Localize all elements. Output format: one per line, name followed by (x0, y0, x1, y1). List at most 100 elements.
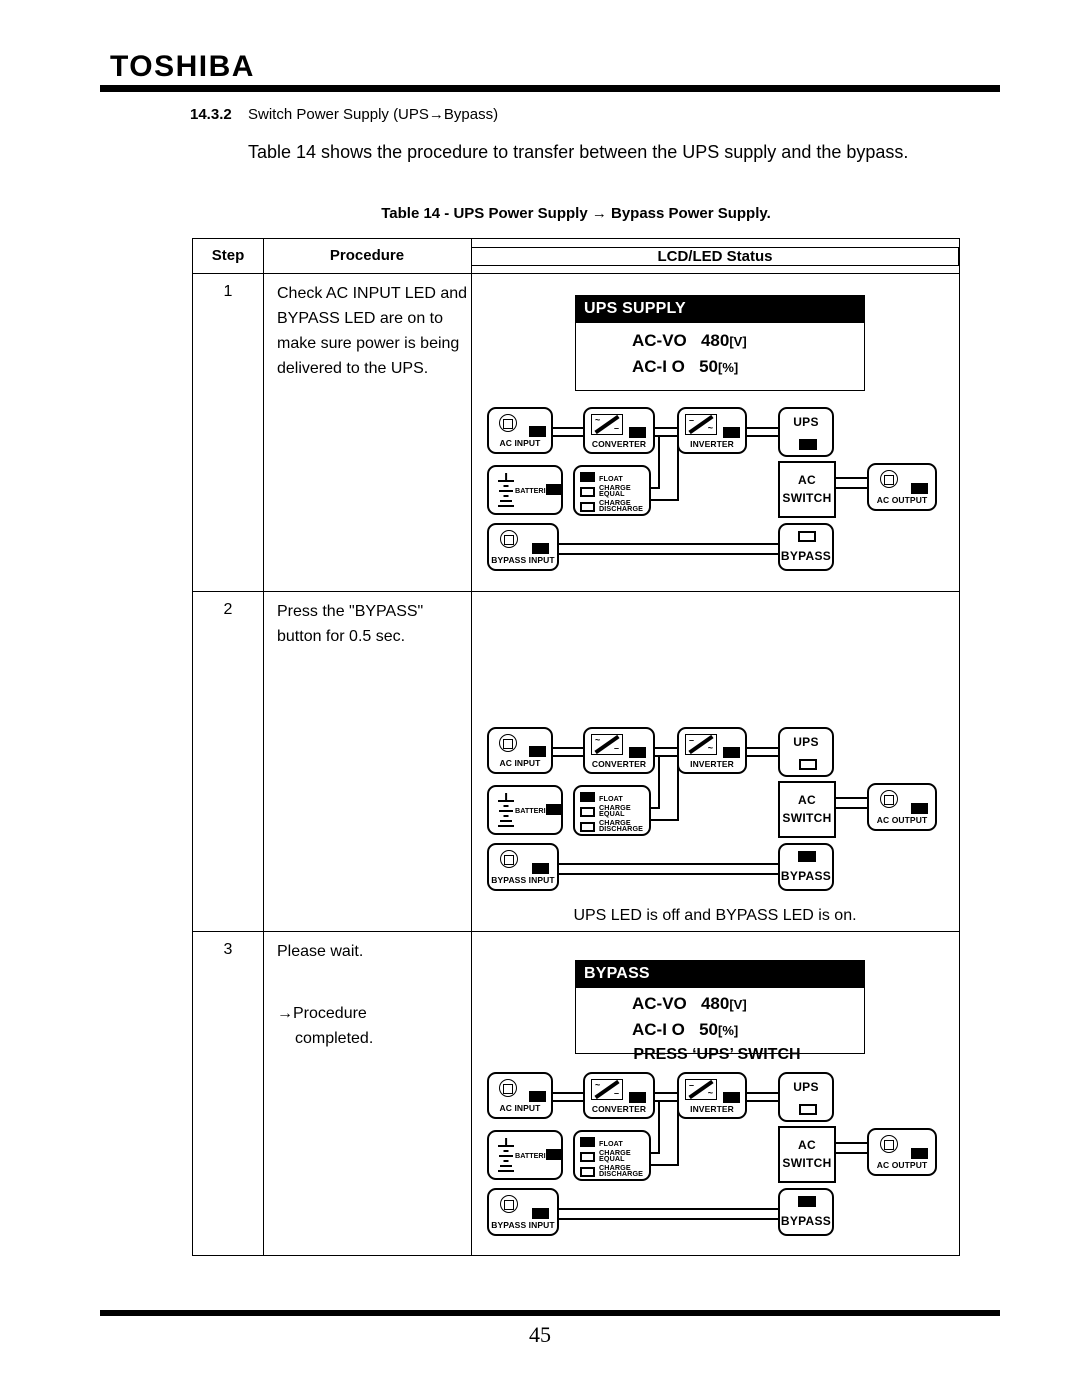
battery-plate (503, 805, 509, 807)
battery-terminal (505, 473, 507, 480)
battery-plate (499, 490, 513, 492)
wire-ac-switch-to-ac-output (836, 487, 868, 490)
bypass-input-box: BYPASS INPUT (487, 523, 559, 571)
ac-load-icon (880, 790, 898, 808)
ac-source-icon (499, 1079, 517, 1097)
discharge-label: DISCHARGE (599, 824, 644, 833)
ups-box: UPS (778, 407, 834, 457)
battery-symbol (498, 473, 514, 507)
wire-ac-switch-to-ac-output (836, 807, 868, 810)
ac-switch-box: AC SWITCH (778, 781, 836, 838)
discharge-led (580, 822, 595, 832)
batteries-led (546, 804, 561, 815)
bypass-label: BYPASS (780, 869, 832, 883)
table-row-divider-1 (193, 591, 959, 593)
lcd-line-press-ups-switch: PRESS ‘UPS’ SWITCH (633, 1046, 801, 1063)
ups-label: UPS (793, 415, 819, 429)
inverter-label: INVERTER (690, 759, 734, 769)
converter-glyph-top: ~ (595, 1080, 601, 1090)
batteries-led (546, 484, 561, 495)
ac-source-icon (499, 414, 517, 432)
batteries-led (546, 1149, 561, 1160)
ac-switch-label-line1: AC (798, 793, 816, 807)
table-row-divider-2 (193, 931, 959, 933)
table-column-divider-2 (471, 239, 473, 1255)
ac-symbol-square (503, 854, 515, 866)
ups-box: UPS (778, 1072, 834, 1122)
bypass-label: BYPASS (780, 1214, 832, 1228)
wire-inverter-to-ups (743, 747, 781, 750)
procedure-table: Step Procedure LCD/LED Status 1 Check AC… (192, 238, 960, 1256)
discharge-led (580, 1167, 595, 1177)
lcd-line-ac-vo-step3: AC-VO 480[V] (632, 994, 747, 1013)
ac-switch-box: AC SWITCH (778, 461, 836, 518)
column-header-step: Step (211, 247, 245, 264)
ac-output-box: AC OUTPUT (867, 783, 937, 831)
battery-plate (503, 1160, 509, 1162)
wire-bypass-input-to-bypass (556, 553, 781, 556)
bypass-input-label: BYPASS INPUT (491, 1220, 555, 1230)
page-number: 45 (529, 1322, 551, 1347)
converter-glyph-top: ~ (595, 735, 601, 745)
procedure-text-step3-line1: Please wait. (277, 943, 364, 960)
toshiba-logo: TOSHIBA (110, 50, 255, 83)
ac-symbol-square (502, 738, 514, 750)
column-header-lcd-led-status: LCD/LED Status (471, 247, 959, 266)
ac-output-label: AC OUTPUT (876, 495, 928, 505)
column-header-procedure: Procedure (329, 247, 405, 264)
step1-diagram: AC INPUT ~ – CONVERTER – ~ INVERTER UPS AC SWITCH… (481, 401, 961, 586)
battery-plate (500, 500, 512, 502)
converter-label: CONVERTER (591, 759, 647, 769)
charge-status-box: FLOAT CHARGE EQUAL CHARGE DISCHARGE (573, 465, 651, 516)
ac-output-led (911, 1148, 928, 1159)
bypass-led (798, 851, 816, 862)
ac-symbol-square (503, 534, 515, 546)
converter-glyph-top: – (689, 735, 695, 745)
wire-ac-switch-to-ac-output (836, 477, 868, 480)
ac-symbol-square (503, 1199, 515, 1211)
bypass-source-icon (500, 1195, 518, 1213)
inverter-icon: – ~ (685, 414, 717, 435)
wire-inverter-to-ups (743, 427, 781, 430)
wire-bypass-input-to-bypass (556, 1208, 781, 1211)
equal-charge-led (580, 487, 595, 497)
wire-inverter-to-ups (743, 1092, 781, 1095)
ac-symbol-square (883, 474, 895, 486)
wire-bypass-input-to-bypass (556, 863, 781, 866)
table-header-divider (193, 273, 959, 275)
bypass-box: BYPASS (778, 843, 834, 891)
bypass-input-led (532, 543, 549, 554)
ac-switch-label-line2: SWITCH (782, 491, 832, 505)
converter-glyph-bottom: – (613, 743, 619, 753)
converter-led (629, 427, 646, 438)
battery-plate (498, 1145, 514, 1147)
converter-icon: ~ – (591, 414, 623, 435)
charge-status-box: FLOAT CHARGE EQUAL CHARGE DISCHARGE (573, 785, 651, 836)
bypass-input-led (532, 863, 549, 874)
battery-plate (500, 820, 512, 822)
table-row: 1 (223, 283, 233, 300)
procedure-text-step3-line3: completed. (295, 1030, 374, 1047)
ups-led (799, 759, 817, 770)
ac-input-box: AC INPUT (487, 727, 553, 774)
battery-symbol (498, 793, 514, 827)
converter-glyph-bottom: – (613, 423, 619, 433)
discharge-label: DISCHARGE (599, 504, 644, 513)
ac-symbol-square (502, 1083, 514, 1095)
inverter-icon: – ~ (685, 1079, 717, 1100)
step2-diagram: AC INPUT ~ – CONVERTER – ~ INVERTER UPS AC SWITCH… (481, 721, 961, 906)
ac-symbol-square (502, 418, 514, 430)
battery-plate (503, 815, 509, 817)
ups-box: UPS (778, 727, 834, 777)
float-charge-led (580, 1137, 595, 1147)
equal-charge-led (580, 1152, 595, 1162)
converter-label: CONVERTER (591, 439, 647, 449)
converter-glyph-top: – (689, 1080, 695, 1090)
bypass-box: BYPASS (778, 1188, 834, 1236)
float-charge-led (580, 472, 595, 482)
wire-ac-switch-to-ac-output (836, 1142, 868, 1145)
converter-glyph-bottom: ~ (707, 743, 713, 753)
ac-switch-label-line1: AC (798, 473, 816, 487)
battery-plate (498, 480, 514, 482)
ac-input-box: AC INPUT (487, 1072, 553, 1119)
